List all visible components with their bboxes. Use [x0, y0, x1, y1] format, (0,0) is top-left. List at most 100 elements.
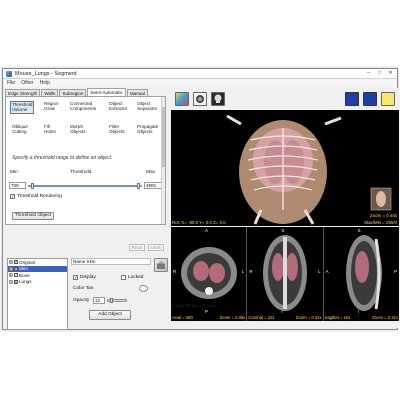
tool-threshold-volume[interactable]: Threshold Volume: [10, 101, 35, 114]
menu-other[interactable]: Other: [21, 80, 34, 86]
orientation-bottom: I: [281, 309, 283, 314]
add-object-button[interactable]: Add Object: [89, 310, 131, 320]
mouse-3d-render: [226, 114, 392, 225]
color-label: Color: [73, 286, 85, 291]
checkbox-label: Locked: [128, 275, 144, 280]
slice-index: Axial = 260: [172, 315, 193, 320]
skull-icon[interactable]: [211, 92, 225, 106]
tool-tabs: Edge Strength Walls Subregion Semi-Autom…: [5, 88, 166, 96]
tab-edge-strength[interactable]: Edge Strength: [5, 89, 41, 96]
list-item[interactable]: Lungs: [8, 279, 67, 286]
tool-label: Holes: [44, 129, 56, 135]
threshold-max-field[interactable]: 4981: [144, 182, 162, 189]
slice-zoom: Zoom = 0.31x: [372, 315, 398, 320]
object-name: Bone: [19, 272, 30, 278]
tool-label: Cutting: [12, 129, 27, 135]
views-icon[interactable]: [175, 92, 189, 106]
object-name: Lungs: [19, 279, 32, 285]
visibility-icon[interactable]: [9, 266, 13, 271]
tab-manual[interactable]: Manual: [126, 89, 148, 96]
tool-oblique-cutting[interactable]: Oblique Cutting: [12, 124, 28, 135]
opacity-field[interactable]: 13: [93, 297, 105, 304]
display-checkbox[interactable]: ✓ Display: [73, 275, 96, 280]
orientation-top: S: [357, 228, 361, 233]
maximize-button[interactable]: □: [375, 70, 384, 77]
opacity-label: Opacity: [73, 298, 90, 303]
tool-label: Components: [70, 106, 97, 112]
monitor-single-icon[interactable]: [345, 92, 359, 106]
tool-label: Objects: [137, 129, 153, 135]
notes-icon[interactable]: [381, 92, 395, 106]
threshold-rendering-checkbox[interactable]: ✓ Threshold Rendering: [10, 194, 62, 199]
visibility-icon[interactable]: [9, 260, 13, 265]
checkbox-label: Threshold Rendering: [17, 194, 62, 199]
app-icon: [6, 70, 12, 77]
threshold-min-label: Min: [10, 170, 18, 175]
panel-scrollbar[interactable]: [161, 97, 165, 224]
checkbox-box: ✓: [73, 275, 78, 280]
tool-label: Separator: [137, 106, 158, 112]
orientation-right: P: [394, 269, 397, 274]
undo-button[interactable]: Undo: [148, 244, 164, 251]
scrollbar-thumb[interactable]: [162, 107, 165, 167]
visibility-icon[interactable]: [9, 273, 13, 278]
tab-semi-automatic[interactable]: Semi-Automatic: [87, 88, 126, 96]
tool-fill-holes[interactable]: Fill Holes: [44, 124, 56, 135]
slider-handle[interactable]: [110, 298, 113, 303]
tab-subregion[interactable]: Subregion: [59, 89, 87, 96]
opacity-slider[interactable]: [107, 298, 127, 303]
sagittal-view[interactable]: S A P I Sagittal = 151 Zoom = 0.31x: [323, 227, 399, 321]
slice-zoom: Zoom = 0.31x: [295, 315, 322, 320]
render-3d-view[interactable]: Zoom = 0.40x Max/Min = 255/0 Rot: X= -90…: [171, 110, 399, 226]
tool-morph-objects[interactable]: Morph Objects: [70, 124, 86, 135]
orientation-bottom: I: [357, 309, 359, 314]
tool-label: Volume: [12, 107, 28, 113]
render-icon[interactable]: [193, 92, 207, 106]
color-swatch: [14, 266, 18, 271]
name-label: Name: [73, 259, 86, 264]
tool-filter-objects[interactable]: Filter Objects: [109, 124, 125, 135]
orientation-left: R: [249, 269, 253, 274]
monitor-dual-icon[interactable]: [363, 92, 377, 106]
close-button[interactable]: ✕: [386, 70, 395, 77]
visibility-icon[interactable]: [9, 279, 13, 284]
threshold-range-slider[interactable]: [28, 183, 142, 189]
menu-file[interactable]: File: [7, 80, 15, 86]
tool-region-grow[interactable]: Region Grow: [44, 101, 59, 112]
name-field[interactable]: Name Skin: [71, 258, 151, 265]
redo-button[interactable]: Redo: [129, 244, 145, 251]
tool-label: Extractor: [109, 106, 128, 112]
orientation-right: L: [241, 269, 245, 274]
tab-walls[interactable]: Walls: [41, 89, 59, 96]
slice-zoom: Zoom = 0.38x: [219, 315, 246, 320]
checkbox-box: [121, 275, 126, 280]
tool-label: Objects: [70, 129, 86, 135]
checkbox-box: ✓: [10, 194, 15, 199]
color-picker-icon[interactable]: [139, 285, 148, 292]
title-bar: Mouse_Lungs - Segment – □ ✕: [3, 69, 397, 79]
color-swatch: [14, 260, 18, 265]
sagittal-image: [345, 235, 382, 311]
orientation-top: A: [205, 228, 208, 233]
color-swatch: [14, 279, 18, 284]
color-value: Tan: [85, 286, 94, 291]
threshold-min-field[interactable]: 708: [9, 182, 26, 189]
tool-propagate-objects[interactable]: Propagate Objects: [137, 124, 158, 135]
instruction-text: Specify a threshold range to define an o…: [12, 155, 113, 161]
minimize-button[interactable]: –: [364, 70, 373, 77]
slider-low-handle[interactable]: [31, 183, 34, 189]
slice-index: Coronal = 221: [248, 315, 275, 320]
coronal-image: [263, 235, 308, 311]
tool-object-separator[interactable]: Object Separator: [137, 101, 157, 112]
object-list[interactable]: Original Skin Bone Lungs: [7, 258, 68, 330]
slider-high-handle[interactable]: [137, 183, 140, 189]
locked-checkbox[interactable]: Locked: [121, 275, 143, 280]
color-row: Color Tan: [73, 286, 93, 291]
slice-index: Sagittal = 151: [324, 315, 351, 320]
menu-help[interactable]: Help: [40, 80, 50, 86]
tool-connected-components[interactable]: Connected Components: [70, 101, 96, 112]
tool-object-extractor[interactable]: Object Extractor: [109, 101, 127, 112]
coronal-view[interactable]: S R L I Coronal = 221 Zoom = 0.31x: [247, 227, 323, 321]
viewer-toolbar: [171, 88, 399, 110]
threshold-object-button[interactable]: Threshold Object: [12, 212, 54, 220]
